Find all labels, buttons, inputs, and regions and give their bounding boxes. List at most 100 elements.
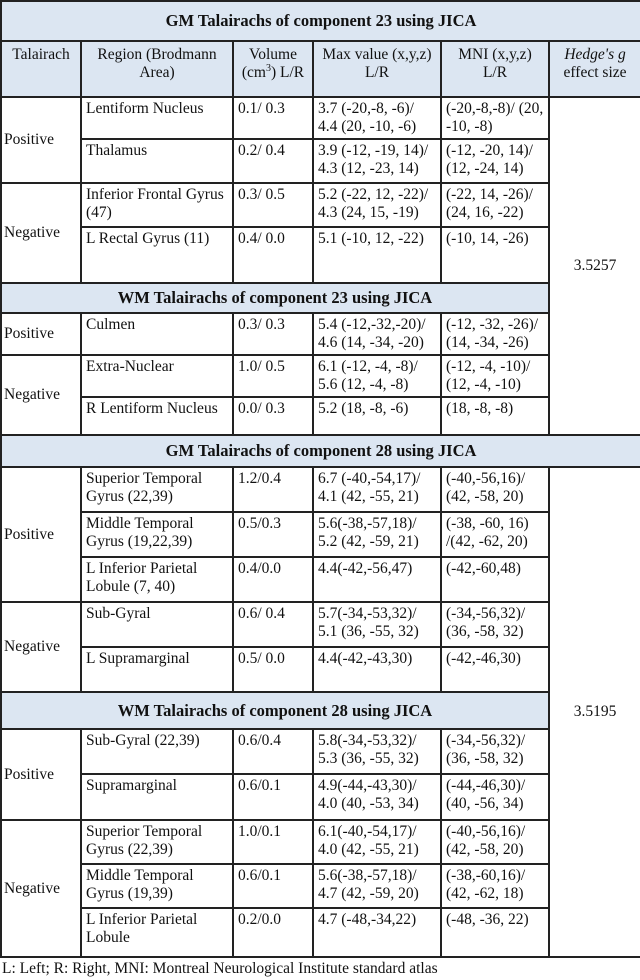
region-cell: Inferior Frontal Gyrus (47) xyxy=(80,182,234,228)
header-talairach: Talairach xyxy=(0,40,82,98)
volume-cell: 0.5/0.3 xyxy=(232,511,314,558)
table-row: Negative Sub-Gyral 0.6/ 0.4 5.7(-34,-53,32)… xyxy=(0,601,640,693)
region-cell: Culmen xyxy=(80,312,234,356)
sign-label: Negative xyxy=(0,819,82,958)
max-value-cell: 5.8(-34,-53,32)/ 5.3 (36, -55, 32) xyxy=(312,728,442,775)
mni-cell: (-44,-46,30)/ (40, -56, 34) xyxy=(440,773,550,821)
volume-cell: 0.0/ 0.3 xyxy=(232,396,314,436)
max-value-cell: 5.2 (-22, 12, -22)/ 4.3 (24, 15, -19) xyxy=(312,182,442,228)
table-row: L Rectal Gyrus (11) 0.4/ 0.0 5.1 (-10, 12,… xyxy=(1,226,640,284)
max-value-cell: 5.6(-38,-57,18)/ 5.2 (42, -59, 21) xyxy=(312,511,442,558)
volume-cell: 0.4/ 0.0 xyxy=(232,226,314,284)
table-row: Positive Sub-Gyral (22,39) 0.6/0.4 5.8(-34,… xyxy=(0,728,640,821)
header-max-value: Max value (x,y,z) L/R xyxy=(312,40,442,98)
volume-cell: 1.2/0.4 xyxy=(232,466,314,513)
mni-cell: (-12, -20, 14)/ (12, -24, 14) xyxy=(440,138,550,184)
region-cell: Supramarginal xyxy=(80,773,234,821)
mni-cell: (-48, -36, 22) xyxy=(440,907,550,958)
section-title-row: GM Talairachs of component 23 using JICA xyxy=(0,0,640,42)
mni-cell: (-38,-60,16)/ (42, -62, 18) xyxy=(440,863,550,909)
max-value-cell: 6.7 (-40,-54,17)/ 4.1 (42, -55, 21) xyxy=(312,466,442,513)
sign-label: Negative xyxy=(0,601,82,693)
table-row: Negative Superior Temporal Gyrus (22,39) 1… xyxy=(0,819,640,958)
volume-cell: 0.2/0.0 xyxy=(232,907,314,958)
max-value-cell: 4.7 (-48,-34,22) xyxy=(312,907,442,958)
max-value-cell: 4.4(-42,-56,47) xyxy=(312,556,442,603)
table-row: Positive Superior Temporal Gyrus (22,39) 1… xyxy=(0,466,640,958)
talairach-table: GM Talairachs of component 23 using JICA… xyxy=(0,0,640,958)
section-title-row: WM Talairachs of component 23 using JICA xyxy=(0,282,640,314)
mni-cell: (-40,-56,16)/ (42, -58, 20) xyxy=(440,466,550,513)
region-cell: Middle Temporal Gyrus (19,39) xyxy=(80,863,234,909)
section-title: GM Talairachs of component 28 using JICA xyxy=(0,434,640,468)
header-region: Region (Brodmann Area) xyxy=(80,40,234,98)
table-row: L Inferior Parietal Lobule (7, 40) 0.4/0.… xyxy=(1,556,640,603)
region-cell: L Inferior Parietal Lobule xyxy=(80,907,234,958)
sign-label: Negative xyxy=(0,354,82,436)
volume-cell: 0.3/ 0.3 xyxy=(232,312,314,356)
sign-label: Positive xyxy=(0,312,82,356)
header-effect-size: Hedge's g effect size xyxy=(547,40,640,98)
mni-cell: (-42,-60,48) xyxy=(440,556,550,603)
region-cell: Lentiform Nucleus xyxy=(80,96,234,140)
volume-cell: 0.6/ 0.4 xyxy=(232,601,314,648)
volume-cell: 0.3/ 0.5 xyxy=(232,182,314,228)
header-volume: Volume (cm3) L/R xyxy=(232,40,314,98)
volume-suffix: ) L/R xyxy=(270,64,305,81)
hedge-g: Hedge's g xyxy=(564,46,626,63)
table-row: Middle Temporal Gyrus (19,22,39) 0.5/0.3 5… xyxy=(1,511,640,558)
effect-size-label: effect size xyxy=(563,64,627,81)
mni-cell: (-20,-8,-8)/ (20, -10, -8) xyxy=(440,96,550,140)
max-value-cell: 5.1 (-10, 12, -22) xyxy=(312,226,442,284)
volume-cell: 0.2/ 0.4 xyxy=(232,138,314,184)
max-value-cell: 5.4 (-12,-32,-20)/ 4.6 (14, -34, -20) xyxy=(312,312,442,356)
volume-cell: 0.6/0.1 xyxy=(232,863,314,909)
mni-cell: (-34,-56,32)/ (36, -58, 32) xyxy=(440,601,550,648)
max-value-cell: 5.6(-38,-57,18)/ 4.7 (42, -59, 20) xyxy=(312,863,442,909)
sign-label: Positive xyxy=(0,466,82,603)
region-cell: L Inferior Parietal Lobule (7, 40) xyxy=(80,556,234,603)
max-value-cell: 4.4(-42,-43,30) xyxy=(312,646,442,693)
max-value-cell: 6.1 (-12, -4, -8)/ 5.6 (12, -4, -8) xyxy=(312,354,442,398)
sign-label: Positive xyxy=(0,96,82,184)
section-title-row: WM Talairachs of component 28 using JICA xyxy=(0,691,640,730)
volume-cell: 0.6/0.1 xyxy=(232,773,314,821)
max-value-cell: 5.7(-34,-53,32)/ 5.1 (36, -55, 32) xyxy=(312,601,442,648)
table-row: R Lentiform Nucleus 0.0/ 0.3 5.2 (18, -8, … xyxy=(1,396,640,436)
table-row: L Inferior Parietal Lobule 0.2/0.0 4.7 (-4… xyxy=(1,907,640,958)
region-cell: Thalamus xyxy=(80,138,234,184)
table-row: Thalamus 0.2/ 0.4 3.9 (-12, -19, 14)/ 4.3 … xyxy=(1,138,640,184)
section-title: WM Talairachs of component 28 using JICA xyxy=(0,691,550,730)
max-value-cell: 5.2 (18, -8, -6) xyxy=(312,396,442,436)
section-title: GM Talairachs of component 23 using JICA xyxy=(0,0,640,42)
table-row: Supramarginal 0.6/0.1 4.9(-44,-43,30)/ 4.0… xyxy=(1,773,640,821)
sign-label: Positive xyxy=(0,728,82,821)
table-row: Middle Temporal Gyrus (19,39) 0.6/0.1 5.6(… xyxy=(1,863,640,909)
region-cell: L Rectal Gyrus (11) xyxy=(80,226,234,284)
mni-cell: (-38, -60, 16) /(42, -62, 20) xyxy=(440,511,550,558)
effect-size-value: 3.5257 xyxy=(547,96,640,436)
table-row: L Supramarginal 0.5/ 0.0 4.4(-42,-43,30) (-… xyxy=(1,646,640,693)
table-row: Positive Lentiform Nucleus 0.1/ 0.3 3.7 (-2… xyxy=(0,96,640,436)
mni-cell: (18, -8, -8) xyxy=(440,396,550,436)
region-cell: Sub-Gyral (22,39) xyxy=(80,728,234,775)
region-cell: Extra-Nuclear xyxy=(80,354,234,398)
sign-label: Negative xyxy=(0,182,82,284)
volume-cell: 1.0/0.1 xyxy=(232,819,314,865)
header-mni: MNI (x,y,z) L/R xyxy=(440,40,550,98)
header-row: Talairach Region (Brodmann Area) Volume (c… xyxy=(0,40,640,98)
table-row: Negative Inferior Frontal Gyrus (47) 0.3/ … xyxy=(0,182,640,284)
mni-cell: (-40,-56,16)/ (42, -58, 20) xyxy=(440,819,550,865)
volume-cell: 0.5/ 0.0 xyxy=(232,646,314,693)
mni-cell: (-22, 14, -26)/ (24, 16, -22) xyxy=(440,182,550,228)
effect-size-value: 3.5195 xyxy=(547,466,640,958)
mni-cell: (-12, -4, -10)/ (12, -4, -10) xyxy=(440,354,550,398)
max-value-cell: 6.1(-40,-54,17)/ 4.0 (42, -55, 21) xyxy=(312,819,442,865)
mni-cell: (-10, 14, -26) xyxy=(440,226,550,284)
max-value-cell: 3.7 (-20,-8, -6)/ 4.4 (20, -10, -6) xyxy=(312,96,442,140)
max-value-cell: 3.9 (-12, -19, 14)/ 4.3 (12, -23, 14) xyxy=(312,138,442,184)
region-cell: R Lentiform Nucleus xyxy=(80,396,234,436)
mni-cell: (-34,-56,32)/ (36, -58, 32) xyxy=(440,728,550,775)
section-title: WM Talairachs of component 23 using JICA xyxy=(0,282,550,314)
table-row: Negative Extra-Nuclear 1.0/ 0.5 6.1 (-12, -… xyxy=(0,354,640,436)
